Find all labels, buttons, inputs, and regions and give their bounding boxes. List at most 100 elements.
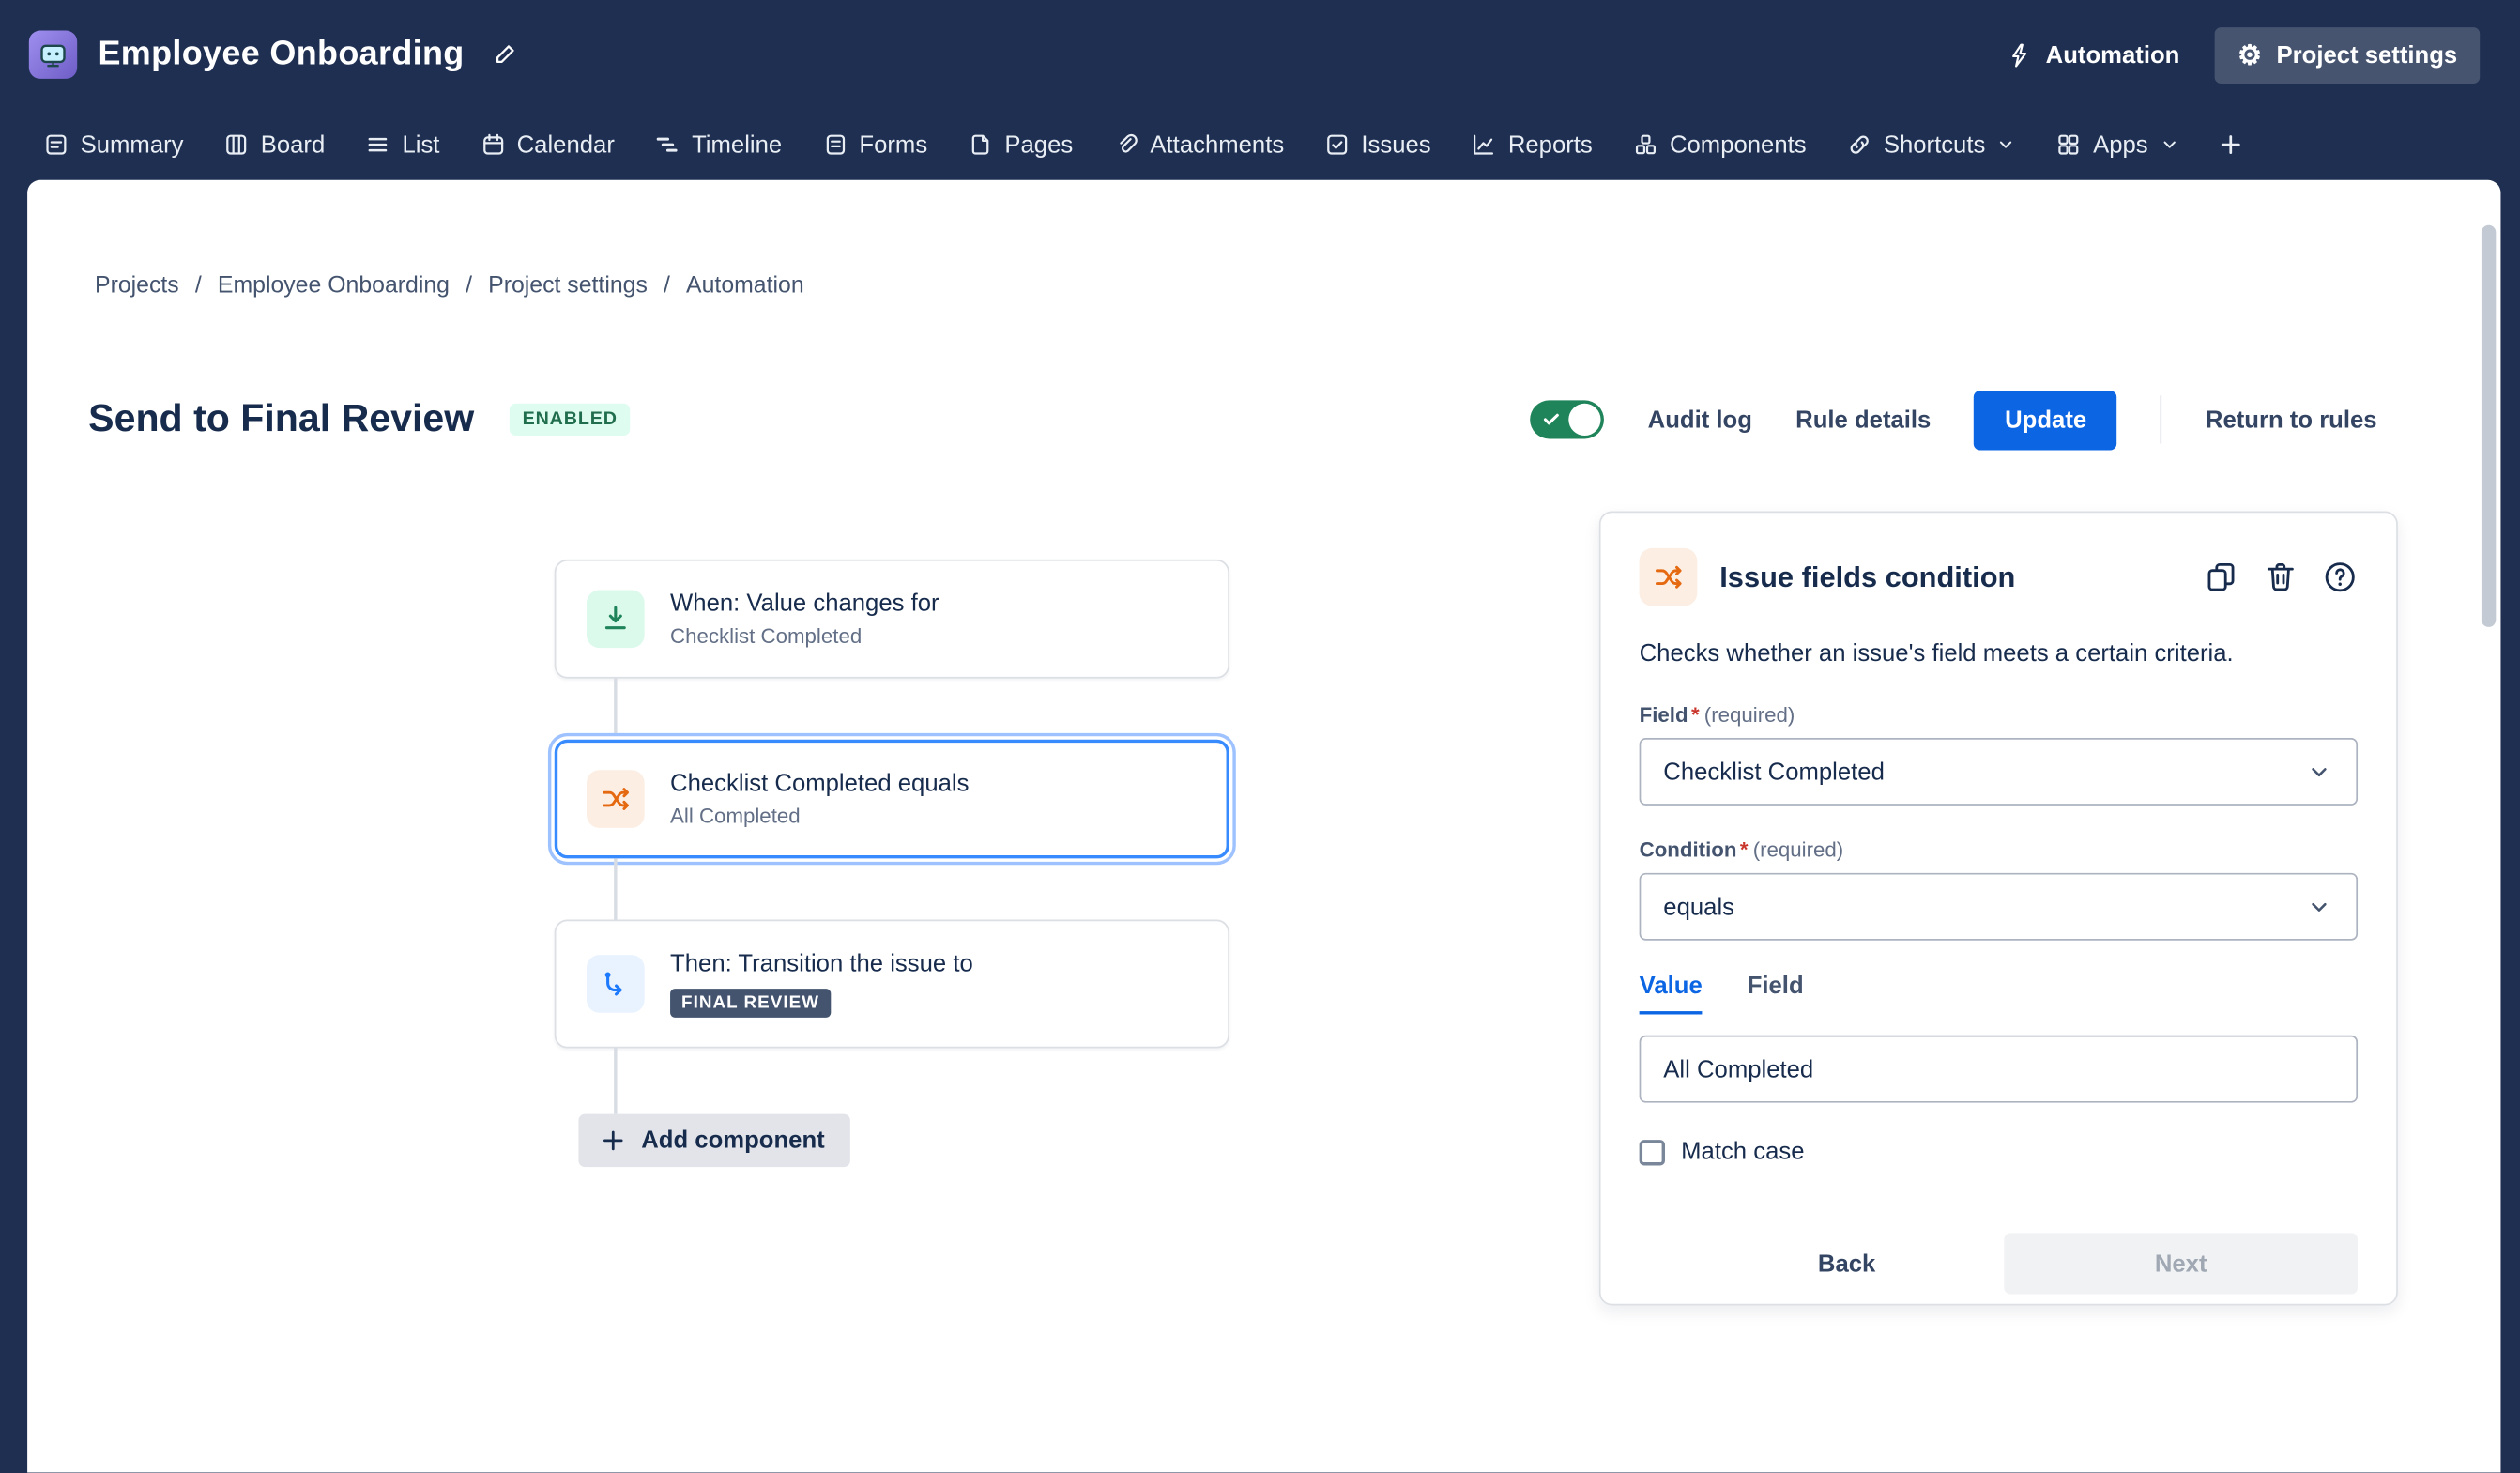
trigger-title: When: Value changes for [670,590,939,617]
reports-icon [1471,131,1496,157]
tab-reports[interactable]: Reports [1457,121,1607,168]
trigger-subtitle: Checklist Completed [670,623,939,648]
issues-icon [1324,131,1350,157]
tab-label: Components [1670,131,1807,159]
chevron-down-icon [2305,758,2334,787]
breadcrumb-automation[interactable]: Automation [686,273,804,299]
required-marker: * [1691,703,1700,728]
panel-description: Checks whether an issue's field meets a … [1640,638,2358,671]
match-case-checkbox[interactable] [1640,1140,1665,1165]
action-title: Then: Transition the issue to [670,950,973,977]
breadcrumb-projects[interactable]: Projects [95,273,179,299]
chevron-down-icon [1996,135,2016,155]
board-icon [223,131,249,157]
tab-apps[interactable]: Apps [2041,121,2192,168]
rule-enabled-toggle[interactable] [1531,400,1605,438]
return-to-rules-link[interactable]: Return to rules [2206,406,2377,433]
tab-label: Forms [859,131,927,159]
action-card[interactable]: Then: Transition the issue to FINAL REVI… [555,919,1229,1048]
required-suffix: (required) [1753,838,1844,863]
tab-label: Apps [2093,131,2148,159]
apps-grid-icon [2056,131,2082,157]
tab-label: List [402,131,439,159]
edit-icon[interactable] [492,42,517,68]
tab-field[interactable]: Field [1748,973,1804,1015]
condition-title: Checklist Completed equals [670,770,969,797]
tab-list[interactable]: List [351,121,454,168]
help-button[interactable] [2322,560,2358,595]
plus-icon [2217,131,2242,157]
condition-select[interactable]: equals [1640,873,2358,941]
tab-pages[interactable]: Pages [954,121,1088,168]
toggle-knob [1569,404,1601,436]
match-case-row: Match case [1640,1139,2358,1166]
shuffle-icon [587,770,645,828]
trigger-card-text: When: Value changes for Checklist Comple… [670,590,939,648]
field-select[interactable]: Checklist Completed [1640,738,2358,806]
copy-icon [2204,560,2239,595]
rule-details-link[interactable]: Rule details [1795,406,1931,433]
jira-window: Employee Onboarding Automation ⚙ Project… [0,0,2520,1473]
page-content: Projects / Employee Onboarding / Project… [27,180,2500,1473]
help-icon [2322,560,2358,595]
add-component-button[interactable]: Add component [578,1114,850,1168]
value-field-tabs: Value Field [1640,973,2358,1015]
duplicate-button[interactable] [2204,560,2239,595]
next-button[interactable]: Next [2004,1234,2358,1295]
condition-select-value: equals [1663,894,1734,921]
tab-label: Timeline [692,131,782,159]
breadcrumb-project-name[interactable]: Employee Onboarding [218,273,450,299]
check-icon [1542,410,1563,430]
tab-timeline[interactable]: Timeline [640,121,796,168]
back-button[interactable]: Back [1818,1251,1875,1278]
action-card-text: Then: Transition the issue to FINAL REVI… [670,950,973,1018]
condition-label-text: Condition [1640,838,1737,863]
chain-connector [614,679,617,740]
breadcrumb-project-settings[interactable]: Project settings [488,273,648,299]
tab-label: Calendar [517,131,615,159]
tab-attachments[interactable]: Attachments [1099,121,1299,168]
project-settings-button[interactable]: ⚙ Project settings [2215,26,2480,83]
tab-forms[interactable]: Forms [808,121,942,168]
tab-summary[interactable]: Summary [29,121,198,168]
condition-card-selected[interactable]: Checklist Completed equals All Completed [555,740,1229,859]
add-tab-button[interactable] [2205,122,2256,167]
summary-icon [43,131,69,157]
update-button[interactable]: Update [1975,390,2117,449]
final-review-badge: FINAL REVIEW [670,989,831,1018]
condition-card-text: Checklist Completed equals All Completed [670,770,969,828]
components-icon [1633,131,1658,157]
chevron-down-icon [2160,135,2179,155]
tab-label: Pages [1004,131,1073,159]
automation-button[interactable]: Automation [1996,28,2190,82]
vertical-scrollbar[interactable] [2482,225,2496,627]
tab-label: Attachments [1150,131,1284,159]
transition-icon [587,955,645,1013]
panel-title: Issue fields condition [1719,560,2180,594]
tab-value[interactable]: Value [1640,973,1703,1015]
breadcrumb-separator: / [195,273,202,299]
link-icon [1846,131,1871,157]
delete-button[interactable] [2263,560,2299,595]
divider [2161,395,2162,443]
rule-chain: When: Value changes for Checklist Comple… [555,560,1229,1167]
status-badge: ENABLED [510,404,631,436]
forms-icon [822,131,848,157]
tab-calendar[interactable]: Calendar [466,121,629,168]
project-avatar[interactable] [29,31,77,79]
match-case-label: Match case [1681,1139,1804,1166]
tab-shortcuts[interactable]: Shortcuts [1832,121,2030,168]
tab-board[interactable]: Board [209,121,340,168]
project-tabs: Summary Board List Calendar Timeline For… [0,109,2520,179]
tab-issues[interactable]: Issues [1310,121,1445,168]
tab-components[interactable]: Components [1618,121,1821,168]
tab-label: Issues [1361,131,1430,159]
field-select-value: Checklist Completed [1663,759,1885,786]
value-input[interactable] [1640,1036,2358,1103]
condition-label: Condition*(required) [1640,838,2358,863]
trigger-card[interactable]: When: Value changes for Checklist Comple… [555,560,1229,679]
audit-log-link[interactable]: Audit log [1648,406,1752,433]
rule-header: Send to Final Review ENABLED Audit log R… [88,383,2376,457]
lightning-icon [2006,41,2033,69]
panel-header: Issue fields condition [1640,548,2358,606]
